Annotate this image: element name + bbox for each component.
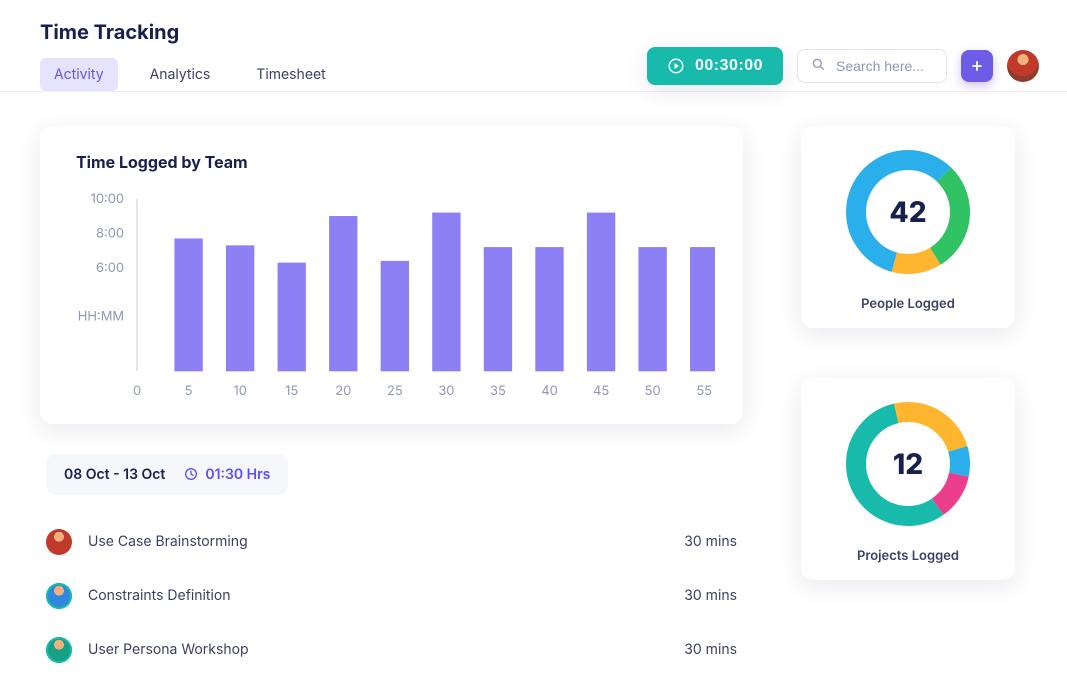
timer-button[interactable]: 00:30:00 (647, 47, 783, 85)
svg-text:HH:MM: HH:MM (78, 308, 124, 324)
avatar-icon (46, 637, 72, 663)
activity-duration: 30 mins (684, 587, 737, 604)
svg-text:0: 0 (133, 383, 141, 399)
svg-text:40: 40 (541, 383, 558, 399)
chart-title: Time Logged by Team (76, 152, 715, 172)
people-label: People Logged (815, 296, 1001, 312)
search-input[interactable] (834, 57, 934, 75)
svg-text:8:00: 8:00 (96, 226, 124, 242)
tabs: Activity Analytics Timesheet (40, 58, 340, 91)
avatar-icon (46, 529, 72, 555)
activity-row[interactable]: Use Case Brainstorming 30 mins (40, 515, 743, 569)
search-icon (810, 56, 826, 76)
plus-icon (970, 59, 984, 73)
hours-logged: 01:30 Hrs (183, 466, 270, 483)
date-range: 08 Oct - 13 Oct (64, 466, 165, 483)
people-value: 42 (838, 142, 978, 282)
svg-text:35: 35 (490, 383, 506, 399)
activity-name: User Persona Workshop (88, 641, 684, 658)
user-avatar[interactable] (1007, 50, 1039, 82)
svg-text:10:00: 10:00 (91, 191, 124, 207)
activity-list: Use Case Brainstorming 30 mins Constrain… (40, 515, 743, 677)
svg-text:5: 5 (185, 383, 193, 399)
page-title: Time Tracking (40, 20, 340, 44)
hours-value: 01:30 Hrs (205, 466, 270, 483)
search-field[interactable] (797, 49, 947, 83)
date-summary: 08 Oct - 13 Oct 01:30 Hrs (46, 454, 288, 495)
tab-timesheet[interactable]: Timesheet (242, 58, 339, 91)
activity-name: Constraints Definition (88, 587, 684, 604)
avatar-icon (46, 583, 72, 609)
bar-chart: 6:00 8:00 10:00 HH:MM 0 5 10 15 20 25 30 35 40 45 50 55 (68, 188, 715, 404)
play-circle-icon (667, 57, 685, 75)
svg-text:50: 50 (645, 383, 661, 399)
activity-duration: 30 mins (684, 533, 737, 550)
projects-value: 12 (838, 394, 978, 534)
svg-text:45: 45 (593, 383, 609, 399)
activity-row[interactable]: User Persona Workshop 30 mins (40, 623, 743, 677)
tab-analytics[interactable]: Analytics (136, 58, 225, 91)
projects-label: Projects Logged (815, 548, 1001, 564)
activity-row[interactable]: Constraints Definition 30 mins (40, 569, 743, 623)
add-button[interactable] (961, 50, 993, 82)
svg-text:25: 25 (387, 383, 403, 399)
activity-duration: 30 mins (684, 641, 737, 658)
svg-text:10: 10 (233, 383, 246, 399)
chart-card: Time Logged by Team 6:00 8:00 10:00 HH:MM 0 5… (40, 126, 743, 424)
svg-text:6:00: 6:00 (96, 260, 124, 276)
svg-text:55: 55 (696, 383, 712, 399)
svg-text:15: 15 (285, 383, 298, 399)
clock-icon (183, 466, 199, 482)
projects-logged-card: 12 Projects Logged (801, 378, 1015, 580)
svg-text:20: 20 (335, 383, 351, 399)
people-logged-card: 42 People Logged (801, 126, 1015, 328)
svg-text:30: 30 (438, 383, 454, 399)
timer-value: 00:30:00 (695, 57, 763, 75)
activity-name: Use Case Brainstorming (88, 533, 684, 550)
tab-activity[interactable]: Activity (40, 58, 118, 91)
